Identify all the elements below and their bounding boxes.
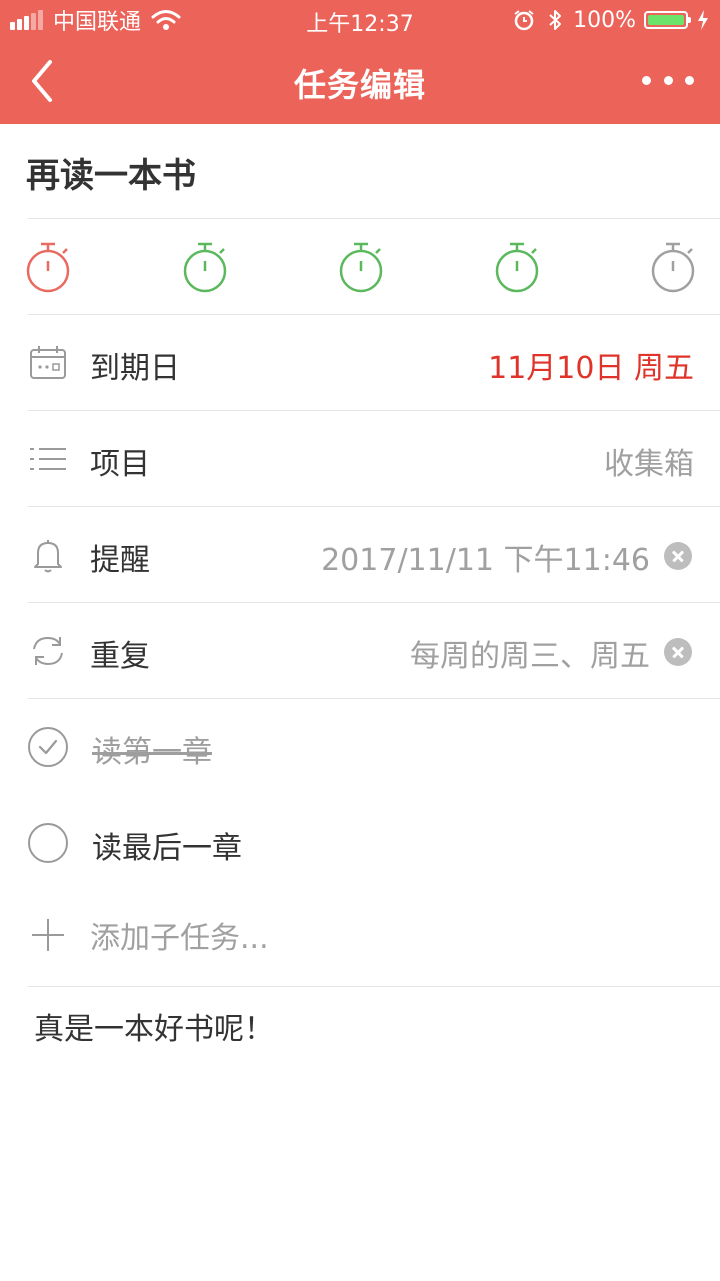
charging-icon xyxy=(698,10,708,30)
bluetooth-icon xyxy=(549,10,562,30)
header: 中国联通 上午12:37 100% 任务编辑 xyxy=(0,0,720,124)
due-date-row[interactable]: 到期日 11月10日 周五 xyxy=(0,315,720,411)
subtask-item[interactable]: 读第一章 xyxy=(0,699,720,795)
repeat-label: 重复 xyxy=(90,639,150,674)
clear-repeat-icon[interactable] xyxy=(664,638,692,666)
pomodoro-timer-icon-4[interactable] xyxy=(494,241,542,293)
task-note[interactable]: 真是一本好书呢！ xyxy=(34,1004,274,1048)
task-title[interactable]: 再读一本书 xyxy=(26,148,196,197)
bell-icon xyxy=(34,540,62,573)
page-title: 任务编辑 xyxy=(293,66,426,104)
plus-icon xyxy=(32,919,64,951)
due-date-label: 到期日 xyxy=(90,351,180,386)
status-bar: 中国联通 上午12:37 100% xyxy=(0,0,720,40)
pomodoro-timer-icon-5[interactable] xyxy=(650,241,698,293)
subtask-label: 读第一章 xyxy=(92,735,212,770)
reminder-value: 2017/11/11 下午11:46 xyxy=(321,543,650,578)
subtask-checked-icon[interactable] xyxy=(28,727,68,767)
status-right: 100% xyxy=(513,6,710,34)
subtask-item[interactable]: 读最后一章 xyxy=(0,795,720,891)
divider xyxy=(28,986,720,987)
repeat-icon xyxy=(33,636,63,666)
calendar-icon xyxy=(30,346,66,379)
subtask-label: 读最后一章 xyxy=(92,831,242,866)
repeat-value: 每周的周三、周五 xyxy=(410,639,650,674)
add-subtask-input[interactable]: 添加子任务... xyxy=(90,913,269,957)
pomodoro-timer-icon-2[interactable] xyxy=(182,241,230,293)
pomodoro-timer-icon-1[interactable] xyxy=(25,241,73,293)
nav-bar: 任务编辑 xyxy=(0,40,720,124)
pomodoro-row xyxy=(0,219,720,314)
add-subtask-row[interactable]: 添加子任务... xyxy=(0,891,720,987)
reminder-label: 提醒 xyxy=(90,543,150,578)
clear-reminder-icon[interactable] xyxy=(664,542,692,570)
project-value: 收集箱 xyxy=(604,447,694,482)
project-label: 项目 xyxy=(90,447,150,482)
alarm-icon xyxy=(514,10,534,31)
battery-icon xyxy=(644,11,691,29)
repeat-row[interactable]: 重复 每周的周三、周五 xyxy=(0,603,720,699)
pomodoro-timer-icon-3[interactable] xyxy=(338,241,386,293)
battery-percent: 100% xyxy=(573,7,636,33)
list-icon xyxy=(30,448,66,470)
subtask-unchecked-icon[interactable] xyxy=(28,823,68,863)
more-icon[interactable] xyxy=(642,68,694,92)
reminder-row[interactable]: 提醒 2017/11/11 下午11:46 xyxy=(0,507,720,603)
project-row[interactable]: 项目 收集箱 xyxy=(0,411,720,507)
due-date-value: 11月10日 周五 xyxy=(488,351,694,386)
